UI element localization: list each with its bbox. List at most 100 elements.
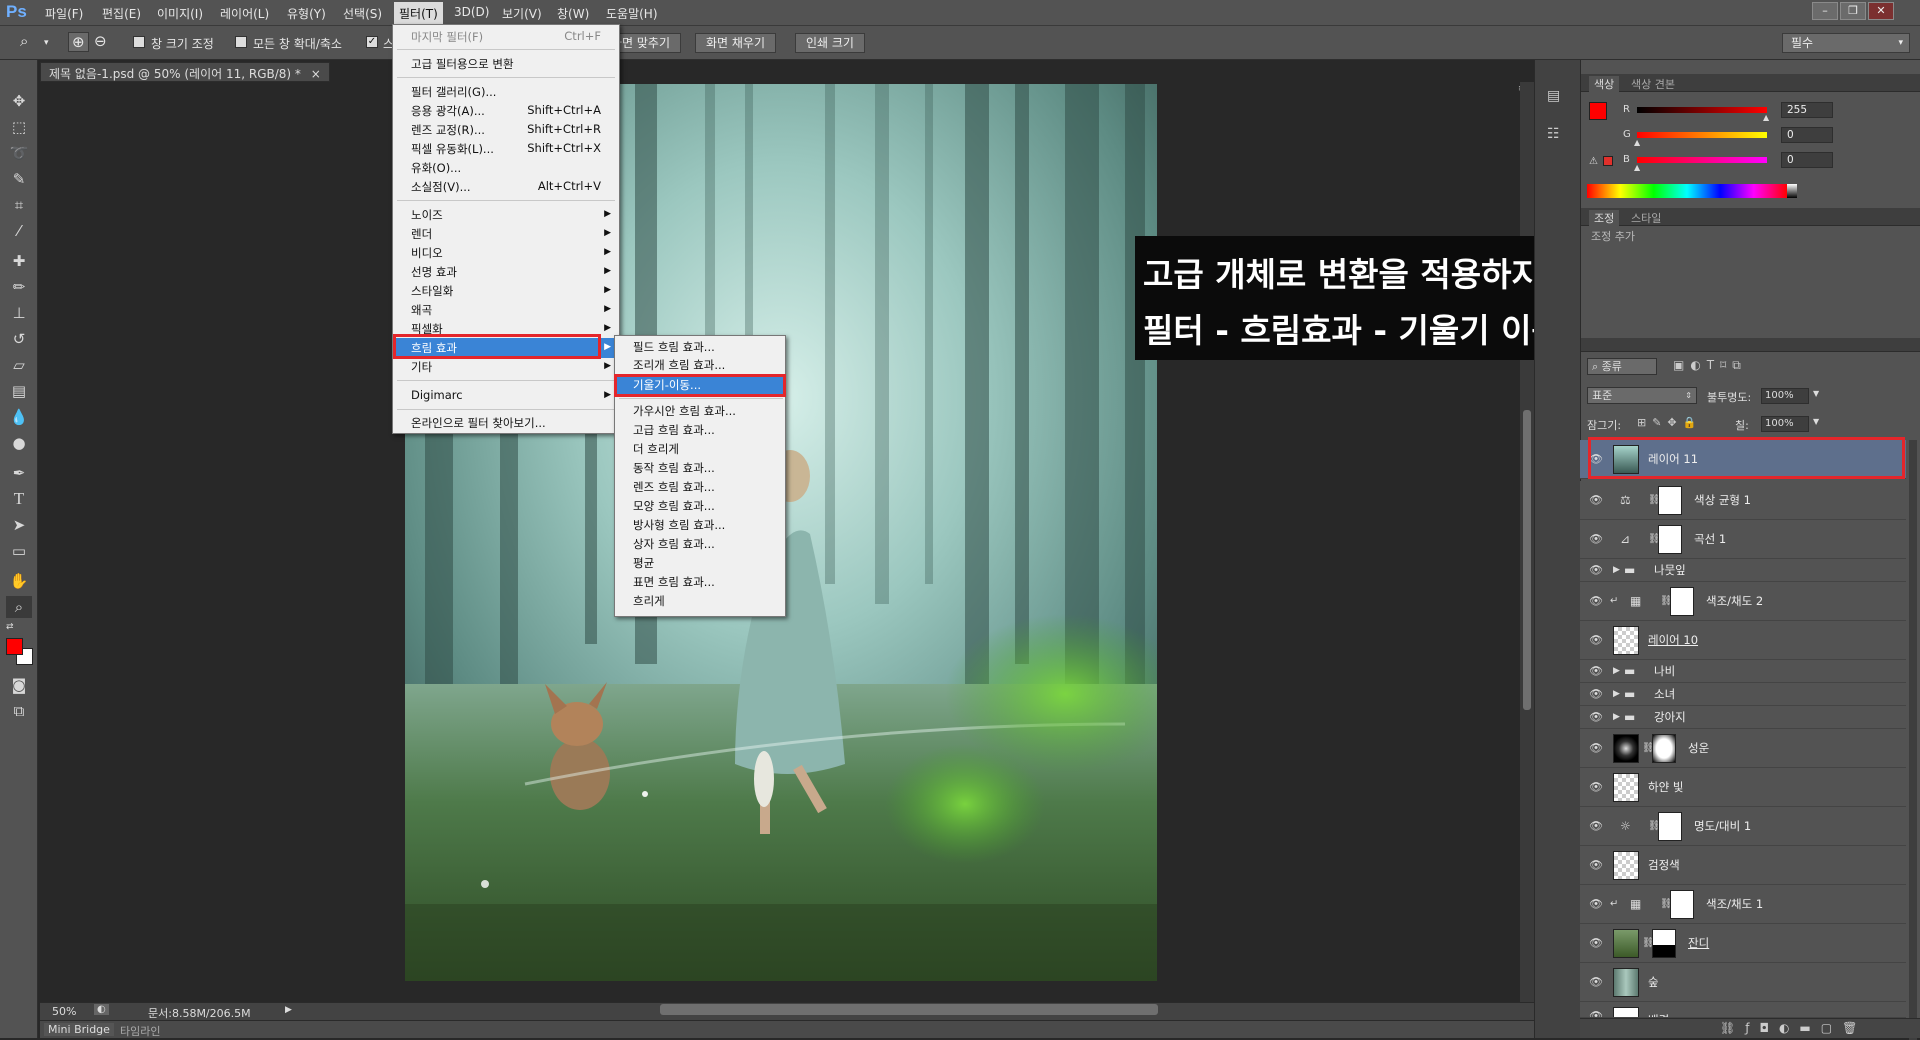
- quick-mask-icon[interactable]: ◙: [6, 674, 32, 696]
- tab-swatches[interactable]: 색상 견본: [1631, 76, 1675, 92]
- layer-name[interactable]: 색조/채도 1: [1706, 896, 1763, 912]
- layer-name[interactable]: 나비: [1654, 663, 1675, 679]
- layer-name[interactable]: 성운: [1688, 740, 1709, 756]
- eye-icon[interactable]: 👁: [1589, 533, 1603, 546]
- move-tool-icon[interactable]: ✥: [6, 90, 32, 112]
- menu-item-browse-online[interactable]: 온라인으로 필터 찾아보기...: [411, 415, 546, 431]
- layer-row-hue-sat-1[interactable]: 👁 ↵ ▦ ⛓ 색조/채도 1: [1580, 885, 1906, 924]
- menu-image[interactable]: 이미지(I): [157, 5, 203, 22]
- b-value-input[interactable]: 0: [1781, 152, 1833, 168]
- eye-icon[interactable]: 👁: [1589, 1010, 1603, 1018]
- gamut-warning-icon[interactable]: ⚠: [1589, 156, 1598, 167]
- menu-item-adaptive-wide[interactable]: 응용 광각(A)...: [411, 103, 485, 119]
- menu-item-last-filter[interactable]: 마지막 필터(F): [411, 29, 483, 45]
- menu-select[interactable]: 선택(S): [343, 5, 382, 22]
- eye-icon[interactable]: 👁: [1589, 859, 1603, 872]
- properties-panel-icon[interactable]: ☷: [1547, 126, 1560, 142]
- menu-item-filter-gallery[interactable]: 필터 갤러리(G)...: [411, 84, 496, 100]
- document-tab[interactable]: 제목 없음-1.psd @ 50% (레이어 11, RGB/8) * ×: [40, 62, 330, 82]
- menu-layer[interactable]: 레이어(L): [220, 5, 269, 22]
- layer-row-forest[interactable]: 👁 숲: [1580, 963, 1906, 1002]
- menu-item-render[interactable]: 렌더: [411, 226, 432, 242]
- layer-row-hue-sat-2[interactable]: 👁 ↵ ▦ ⛓ 색조/채도 2: [1580, 582, 1906, 621]
- healing-brush-tool-icon[interactable]: ✚: [6, 250, 32, 272]
- fill-input[interactable]: 100%: [1761, 416, 1809, 432]
- layer-name[interactable]: 레이어 10: [1648, 632, 1698, 648]
- zoom-tool-icon[interactable]: ⌕: [6, 596, 32, 618]
- eye-icon[interactable]: 👁: [1589, 742, 1603, 755]
- foreground-color-chip[interactable]: [1589, 102, 1607, 120]
- menu-item-convert-smart[interactable]: 고급 필터용으로 변환: [411, 56, 514, 72]
- menu-3d[interactable]: 3D(D): [454, 5, 489, 19]
- menu-item-vanishing-point[interactable]: 소실점(V)...: [411, 179, 471, 195]
- eye-icon[interactable]: 👁: [1589, 937, 1603, 950]
- layer-name[interactable]: 검정색: [1648, 857, 1680, 873]
- eye-icon[interactable]: 👁: [1589, 494, 1603, 507]
- tab-mini-bridge[interactable]: Mini Bridge: [44, 1023, 114, 1036]
- history-panel-icon[interactable]: ▤: [1547, 88, 1560, 104]
- menu-edit[interactable]: 편집(E): [102, 5, 141, 22]
- blur-tool-icon[interactable]: 💧: [6, 406, 32, 428]
- lasso-tool-icon[interactable]: ➰: [6, 142, 32, 164]
- layer-name[interactable]: 소녀: [1654, 686, 1675, 702]
- zoom-out-icon[interactable]: ⊖: [94, 32, 107, 50]
- tab-color[interactable]: 색상: [1589, 76, 1620, 92]
- shape-tool-icon[interactable]: ▭: [6, 540, 32, 562]
- path-select-tool-icon[interactable]: ➤: [6, 514, 32, 536]
- submenu-item-blur[interactable]: 흐리게: [633, 593, 665, 609]
- g-slider[interactable]: [1637, 132, 1767, 138]
- layer-row-color-balance[interactable]: 👁 ⚖ ⛓ 색상 균형 1: [1580, 481, 1906, 520]
- layers-footer-icons[interactable]: ⛓ƒ◘◐▬▢🗑: [1720, 1021, 1867, 1035]
- chevron-right-icon[interactable]: ▶: [1613, 565, 1620, 575]
- submenu-item-gaussian-blur[interactable]: 가우시안 흐림 효과...: [633, 403, 736, 419]
- eye-icon[interactable]: 👁: [1589, 595, 1603, 608]
- g-value-input[interactable]: 0: [1781, 127, 1833, 143]
- layer-name[interactable]: 명도/대비 1: [1694, 818, 1751, 834]
- tab-styles[interactable]: 스타일: [1631, 210, 1661, 226]
- b-slider[interactable]: [1637, 157, 1767, 163]
- zoom-level[interactable]: 50%: [52, 1005, 76, 1018]
- layer-name[interactable]: 곡선 1: [1694, 531, 1726, 547]
- layer-name[interactable]: 색상 균형 1: [1694, 492, 1751, 508]
- zoom-tool-icon[interactable]: ⌕: [20, 32, 28, 50]
- eye-icon[interactable]: 👁: [1589, 820, 1603, 833]
- layer-name[interactable]: 색조/채도 2: [1706, 593, 1763, 609]
- chevron-down-icon[interactable]: ▼: [1813, 417, 1819, 426]
- restore-button[interactable]: ❐: [1840, 2, 1866, 20]
- menu-item-liquify[interactable]: 픽셀 유동화(L)...: [411, 141, 494, 157]
- print-size-button[interactable]: 인쇄 크기: [795, 33, 865, 53]
- submenu-item-blur-more[interactable]: 더 흐리게: [633, 441, 679, 457]
- hand-tool-icon[interactable]: ✋: [6, 570, 32, 592]
- eye-icon[interactable]: 👁: [1589, 781, 1603, 794]
- marquee-tool-icon[interactable]: ⬚: [6, 116, 32, 138]
- zoom-all-checkbox[interactable]: [235, 36, 247, 48]
- chevron-down-icon[interactable]: ▾: [44, 38, 49, 48]
- layer-group-girl[interactable]: 👁 ▶ ▬ 소녀: [1580, 683, 1906, 706]
- pen-tool-icon[interactable]: ✒: [6, 462, 32, 484]
- submenu-item-radial-blur[interactable]: 방사형 흐림 효과...: [633, 517, 725, 533]
- layer-row-curves[interactable]: 👁 ⊿ ⛓ 곡선 1: [1580, 520, 1906, 559]
- color-ramp[interactable]: [1587, 184, 1787, 198]
- submenu-item-field-blur[interactable]: 필드 흐림 효과...: [633, 339, 715, 355]
- eye-icon[interactable]: 👁: [1589, 711, 1603, 724]
- r-slider[interactable]: [1637, 107, 1767, 113]
- workspace-select[interactable]: 필수 ▾: [1782, 33, 1910, 53]
- layer-name[interactable]: 강아지: [1654, 709, 1686, 725]
- status-icon[interactable]: ◐: [94, 1004, 109, 1015]
- submenu-item-average[interactable]: 평균: [633, 555, 654, 571]
- submenu-item-iris-blur[interactable]: 조리개 흐림 효과...: [633, 357, 725, 373]
- menu-type[interactable]: 유형(Y): [287, 5, 326, 22]
- screen-mode-icon[interactable]: ⧉: [6, 700, 32, 722]
- layer-row-nebula[interactable]: 👁 ⛓ 성운: [1580, 729, 1906, 768]
- submenu-item-shape-blur[interactable]: 모양 흐림 효과...: [633, 498, 715, 514]
- horizontal-scroll-thumb[interactable]: [660, 1004, 1158, 1015]
- layer-filter-select[interactable]: ⌕ 종류: [1587, 358, 1657, 375]
- menu-item-oil-paint[interactable]: 유화(O)...: [411, 160, 461, 176]
- layer-group-leaves[interactable]: 👁 ▶ ▬ 나뭇잎: [1580, 559, 1906, 582]
- chevron-down-icon[interactable]: ▼: [1813, 389, 1819, 398]
- chevron-right-icon[interactable]: ▶: [285, 1005, 292, 1015]
- b-slider-handle-icon[interactable]: ▲: [1634, 163, 1640, 172]
- submenu-item-motion-blur[interactable]: 동작 흐림 효과...: [633, 460, 715, 476]
- layer-row-layer10[interactable]: 👁 레이어 10: [1580, 621, 1906, 660]
- brush-tool-icon[interactable]: ✏: [6, 276, 32, 298]
